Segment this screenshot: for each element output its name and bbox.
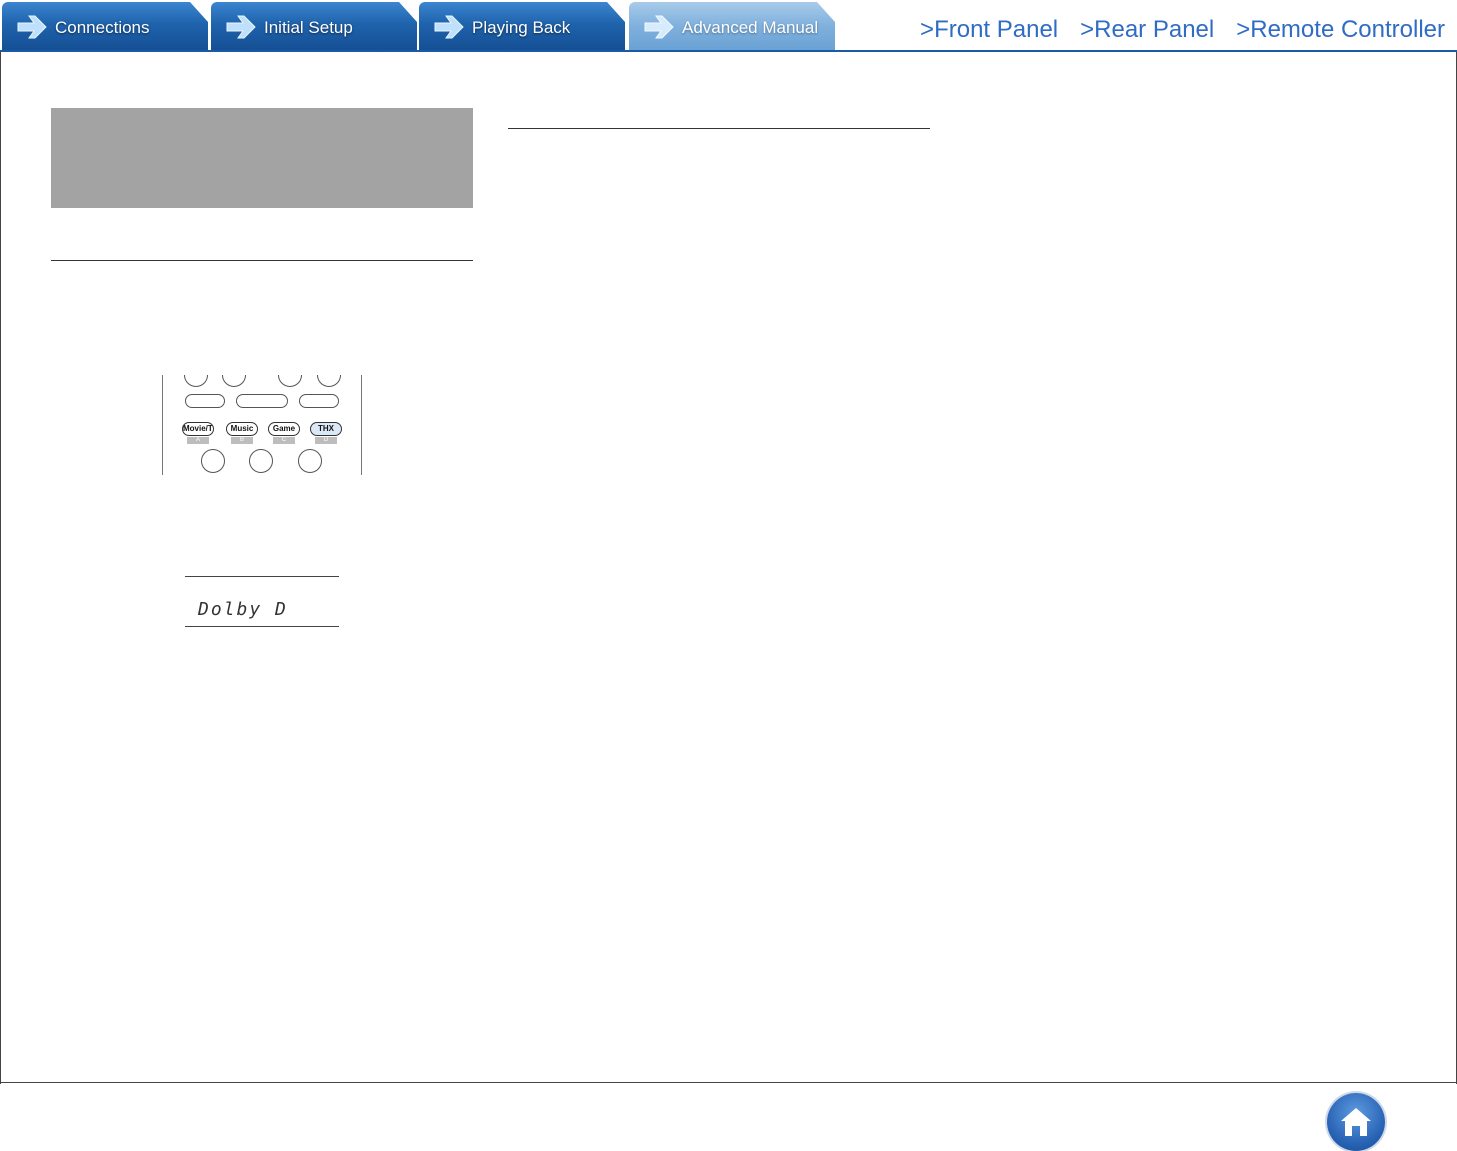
tab-label: Advanced Manual — [682, 18, 819, 37]
tab-advanced-manual[interactable]: Advanced Manual — [629, 2, 835, 50]
column-divider-rule — [508, 128, 930, 129]
remote-illustration: Movie/TV Music Game THX A B C D — [162, 375, 362, 475]
tab-label: Playing Back — [472, 18, 571, 37]
tab-connections[interactable]: Connections — [2, 2, 208, 50]
tab-playing-back[interactable]: Playing Back — [419, 2, 625, 50]
tab-label: Initial Setup — [264, 18, 353, 37]
arrow-right-icon — [226, 15, 256, 39]
display-top-line — [185, 576, 339, 577]
link-rear-panel[interactable]: >Rear Panel — [1080, 16, 1214, 44]
arrow-right-icon — [644, 15, 674, 39]
tab-initial-setup[interactable]: Initial Setup — [211, 2, 417, 50]
quick-links: >Front Panel >Rear Panel >Remote Control… — [920, 16, 1445, 44]
home-button[interactable] — [1327, 1093, 1385, 1151]
display-text: Dolby D — [198, 599, 288, 620]
mode-tag: B — [231, 437, 253, 444]
remote-round-button — [278, 375, 302, 387]
remote-pill-button — [299, 394, 339, 408]
thx-button[interactable]: THX — [310, 422, 342, 436]
mode-tag: A — [187, 437, 209, 444]
display-bottom-line — [185, 626, 339, 627]
tab-label: Connections — [55, 18, 150, 37]
remote-round-button — [222, 375, 246, 387]
link-front-panel[interactable]: >Front Panel — [920, 16, 1058, 44]
tab-bar-underline — [0, 50, 1457, 52]
section-header-box — [51, 108, 473, 208]
remote-circle-button[interactable] — [201, 449, 225, 473]
remote-edge — [162, 375, 163, 475]
remote-pill-button — [185, 394, 225, 408]
page-frame-bottom — [0, 1082, 1457, 1083]
home-icon — [1341, 1108, 1371, 1136]
top-navigation-bar: Connections Initial Setup Playing Back A… — [0, 0, 1457, 52]
remote-edge — [361, 375, 362, 475]
remote-pill-button — [236, 394, 288, 408]
remote-round-button — [184, 375, 208, 387]
section-divider-rule — [51, 260, 473, 261]
remote-circle-button[interactable] — [298, 449, 322, 473]
arrow-right-icon — [434, 15, 464, 39]
link-remote-controller[interactable]: >Remote Controller — [1236, 16, 1445, 44]
remote-circle-button[interactable] — [249, 449, 273, 473]
movie-tv-button[interactable]: Movie/TV — [182, 422, 214, 436]
mode-tag: C — [273, 437, 295, 444]
remote-round-button — [317, 375, 341, 387]
mode-tag: D — [315, 437, 337, 444]
game-button[interactable]: Game — [268, 422, 300, 436]
arrow-right-icon — [17, 15, 47, 39]
page-frame-left — [0, 52, 1, 1084]
front-display-readout: Dolby D — [185, 576, 339, 627]
music-button[interactable]: Music — [226, 422, 258, 436]
